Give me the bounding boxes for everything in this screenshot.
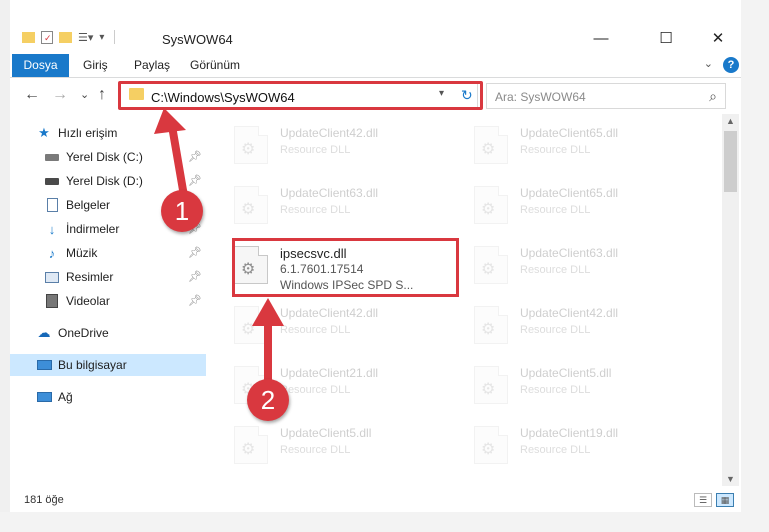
explorer-window: ✓ ☰▾ ▾ SysWOW64 — ☐ ✕ Dosya Giriş Paylaş… — [0, 0, 769, 532]
step-badge-1: 1 — [161, 190, 203, 232]
arrow-1 — [154, 108, 188, 200]
arrow-2 — [252, 298, 284, 384]
annotation-layer — [154, 108, 284, 384]
step-badge-2: 2 — [247, 379, 289, 421]
